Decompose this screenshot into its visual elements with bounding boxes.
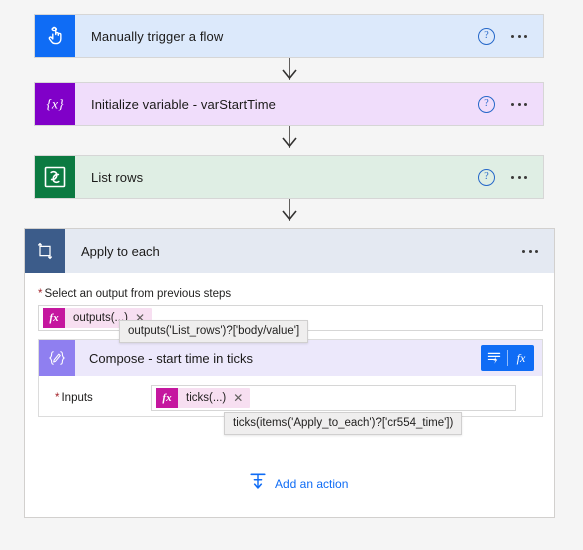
- flow-designer-canvas: Manually trigger a flow ? {x} Initialize…: [0, 0, 583, 550]
- expression-tooltip-ticks: ticks(items('Apply_to_each')?['cr554_tim…: [224, 412, 463, 435]
- flow-step-card-initialize-variable[interactable]: {x} Initialize variable - varStartTime ?: [34, 82, 544, 126]
- expression-tooltip-outputs: outputs('List_rows')?['body/value']: [119, 320, 309, 343]
- compose-braces-pencil-icon: [39, 340, 75, 376]
- help-icon[interactable]: ?: [478, 95, 495, 113]
- flow-step-title: List rows: [91, 169, 144, 185]
- insert-action-icon: [249, 472, 267, 495]
- connector-arrow-1: [282, 69, 297, 80]
- loop-repeat-icon: [25, 229, 65, 273]
- apply-to-each-container[interactable]: Apply to each * Select an output from pre…: [24, 228, 555, 518]
- connector-arrow-3: [282, 210, 297, 221]
- help-icon[interactable]: ?: [478, 27, 495, 45]
- connector-arrow-2: [282, 137, 297, 148]
- token-text: ticks(...): [186, 392, 227, 404]
- more-options-icon[interactable]: [509, 31, 529, 42]
- expression-token-ticks[interactable]: fx ticks(...) ✕: [156, 388, 251, 408]
- flow-step-actions: ?: [478, 15, 543, 57]
- apply-to-each-title: Apply to each: [81, 243, 160, 259]
- more-options-icon[interactable]: [509, 99, 529, 110]
- svg-text:{x}: {x}: [46, 96, 64, 111]
- flow-step-card-list-rows[interactable]: List rows ?: [34, 155, 544, 199]
- variable-braces-icon: {x}: [35, 83, 75, 125]
- add-an-action-link[interactable]: Add an action: [249, 472, 348, 495]
- flow-step-title: Manually trigger a flow: [91, 28, 224, 44]
- dynamic-content-fx-button[interactable]: fx: [481, 345, 534, 371]
- dynamic-content-icon[interactable]: [481, 345, 507, 371]
- flow-step-actions: ?: [478, 83, 543, 125]
- apply-to-each-actions: [520, 229, 554, 273]
- remove-token-icon[interactable]: ✕: [233, 392, 250, 404]
- inputs-label: * Inputs: [55, 392, 93, 404]
- help-icon[interactable]: ?: [478, 168, 495, 186]
- fx-icon: fx: [156, 388, 178, 408]
- compose-title: Compose - start time in ticks: [89, 350, 253, 366]
- more-options-icon[interactable]: [509, 172, 529, 183]
- required-marker: *: [55, 392, 60, 404]
- fx-icon: fx: [43, 308, 65, 328]
- tap-hand-icon: [35, 15, 75, 57]
- required-marker: *: [38, 288, 43, 300]
- compose-tools: fx: [481, 340, 542, 376]
- add-an-action-label: Add an action: [275, 476, 349, 491]
- fx-expression-icon[interactable]: fx: [508, 345, 534, 371]
- apply-to-each-header[interactable]: Apply to each: [25, 229, 554, 273]
- select-output-label: * Select an output from previous steps: [38, 288, 232, 300]
- flow-step-card-trigger[interactable]: Manually trigger a flow ?: [34, 14, 544, 58]
- compose-header[interactable]: Compose - start time in ticks fx: [39, 340, 542, 376]
- more-options-icon[interactable]: [520, 246, 540, 257]
- dataverse-icon: [35, 156, 75, 198]
- compose-action-card[interactable]: Compose - start time in ticks fx * Input…: [38, 339, 543, 417]
- flow-step-actions: ?: [478, 156, 543, 198]
- flow-step-title: Initialize variable - varStartTime: [91, 96, 276, 112]
- compose-inputs-input[interactable]: fx ticks(...) ✕: [151, 385, 516, 411]
